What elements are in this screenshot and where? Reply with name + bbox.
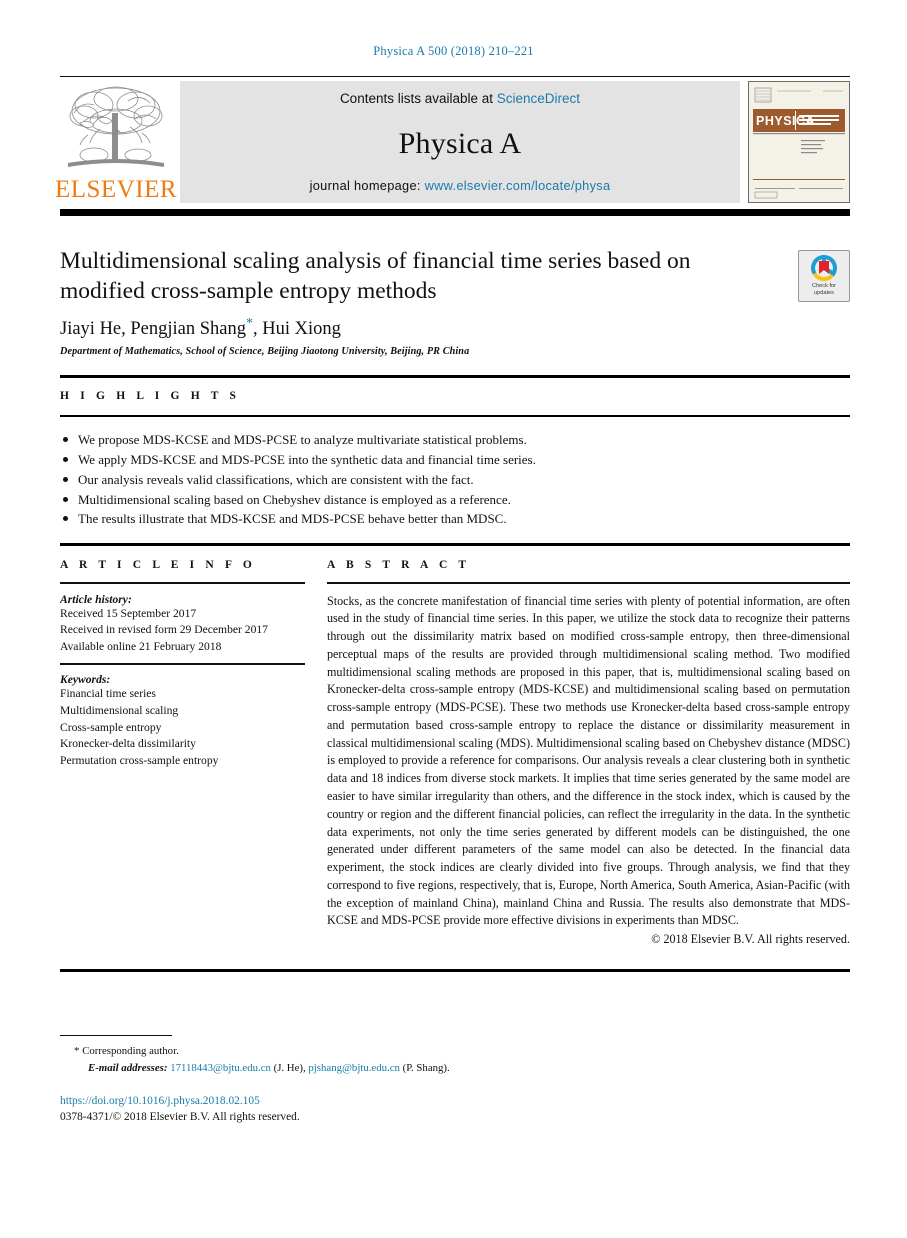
abstract-column: A B S T R A C T Stocks, as the concrete … [327,559,850,948]
article-info-heading: A R T I C L E I N F O [60,558,256,571]
elsevier-logo: ELSEVIER [55,81,177,203]
footnote-area: * Corresponding author. E-mail addresses… [60,1035,850,1126]
paper-page: Physica A 500 (2018) 210–221 ELSEVIER Co… [0,0,907,1238]
crossmark-label-1: Check for [812,283,836,290]
footnote-star: * [74,1045,80,1057]
keywords-rule [60,662,305,665]
article-info-rule [60,581,305,584]
email-owner-shang: (P. Shang). [402,1061,450,1074]
crossmark-icon [811,255,837,282]
elsevier-tree-icon [64,83,168,175]
list-item: Our analysis reveals valid classificatio… [60,470,850,490]
issn-copyright-line: 0378-4371/© 2018 Elsevier B.V. All right… [60,1111,300,1124]
highlights-list: We propose MDS-KCSE and MDS-PCSE to anal… [60,417,850,543]
homepage-url-link[interactable]: www.elsevier.com/locate/physa [425,178,611,193]
email-link-he[interactable]: 17118443@bjtu.edu.cn [170,1062,271,1074]
list-item: We propose MDS-KCSE and MDS-PCSE to anal… [60,430,850,450]
list-item: We apply MDS-KCSE and MDS-PCSE into the … [60,450,850,470]
email-owner-he: (J. He), [273,1061,306,1074]
sciencedirect-link[interactable]: ScienceDirect [497,91,580,106]
article-info-column: A R T I C L E I N F O Article history: R… [60,559,305,948]
keyword-item: Financial time series [60,686,156,700]
doi-link[interactable]: https://doi.org/10.1016/j.physa.2018.02.… [60,1093,850,1110]
keyword-item: Kronecker-delta dissimilarity [60,737,196,751]
keyword-item: Cross-sample entropy [60,720,162,734]
corresponding-author-note: * Corresponding author. [60,1043,850,1060]
header-thick-rule [60,209,850,216]
crossmark-label-2: updates [814,290,834,296]
journal-title: Physica A [398,126,522,160]
authors-tail: , Hui Xiong [253,319,341,340]
corresponding-author-text: Corresponding author. [82,1045,179,1057]
article-history-revised: Received in revised form 29 December 201… [60,623,268,637]
info-abstract-section: A R T I C L E I N F O Article history: R… [60,546,850,948]
homepage-line: journal homepage: www.elsevier.com/locat… [310,178,611,193]
abstract-copyright: © 2018 Elsevier B.V. All rights reserved… [651,932,850,947]
affiliation: Department of Mathematics, School of Sci… [60,346,470,358]
keyword-item: Multidimensional scaling [60,703,179,717]
crossmark-badge[interactable]: Check for updates [798,250,850,302]
email-link-shang[interactable]: pjshang@bjtu.edu.cn [308,1062,400,1074]
email-addresses-line: E-mail addresses: 17118443@bjtu.edu.cn (… [60,1060,850,1076]
keyword-item: Permutation cross-sample entropy [60,754,219,768]
abstract-rule [327,581,850,584]
corresponding-author-marker: * [246,316,254,332]
crossmark-label: Check for updates [812,283,836,297]
article-history-online: Available online 21 February 2018 [60,640,222,654]
title-block: Multidimensional scaling analysis of fin… [60,246,850,357]
homepage-prefix: journal homepage: [309,178,425,193]
email-label: E-mail addresses: [88,1061,168,1074]
running-head: Physica A 500 (2018) 210–221 [373,44,534,58]
abstract-body: Stocks, as the concrete manifestation of… [327,593,850,928]
keywords-label: Keywords: [60,672,111,686]
author-list: Jiayi He, Pengjian Shang*, Hui Xiong [60,316,798,340]
abstract-bottom-rule [60,969,850,972]
elsevier-wordmark: ELSEVIER [54,176,178,203]
contents-line: Contents lists available at ScienceDirec… [340,91,580,106]
journal-header: ELSEVIER Contents lists available at Sci… [55,76,850,203]
article-history-label: Article history: [60,592,132,606]
contents-prefix: Contents lists available at [339,91,497,106]
authors-main: Jiayi He, Pengjian Shang [60,319,247,340]
footnote-rule [60,1035,172,1036]
abstract-heading: A B S T R A C T [327,558,471,571]
journal-header-center: Contents lists available at ScienceDirec… [180,81,740,203]
journal-cover-thumbnail: PHYSICA [748,81,850,203]
article-history-received: Received 15 September 2017 [60,606,197,620]
list-item: The results illustrate that MDS-KCSE and… [60,509,850,529]
list-item: Multidimensional scaling based on Chebys… [60,490,850,510]
doi-block: https://doi.org/10.1016/j.physa.2018.02.… [60,1093,850,1126]
page-title: Multidimensional scaling analysis of fin… [60,248,691,305]
highlights-heading: H I G H L I G H T S [60,389,241,402]
